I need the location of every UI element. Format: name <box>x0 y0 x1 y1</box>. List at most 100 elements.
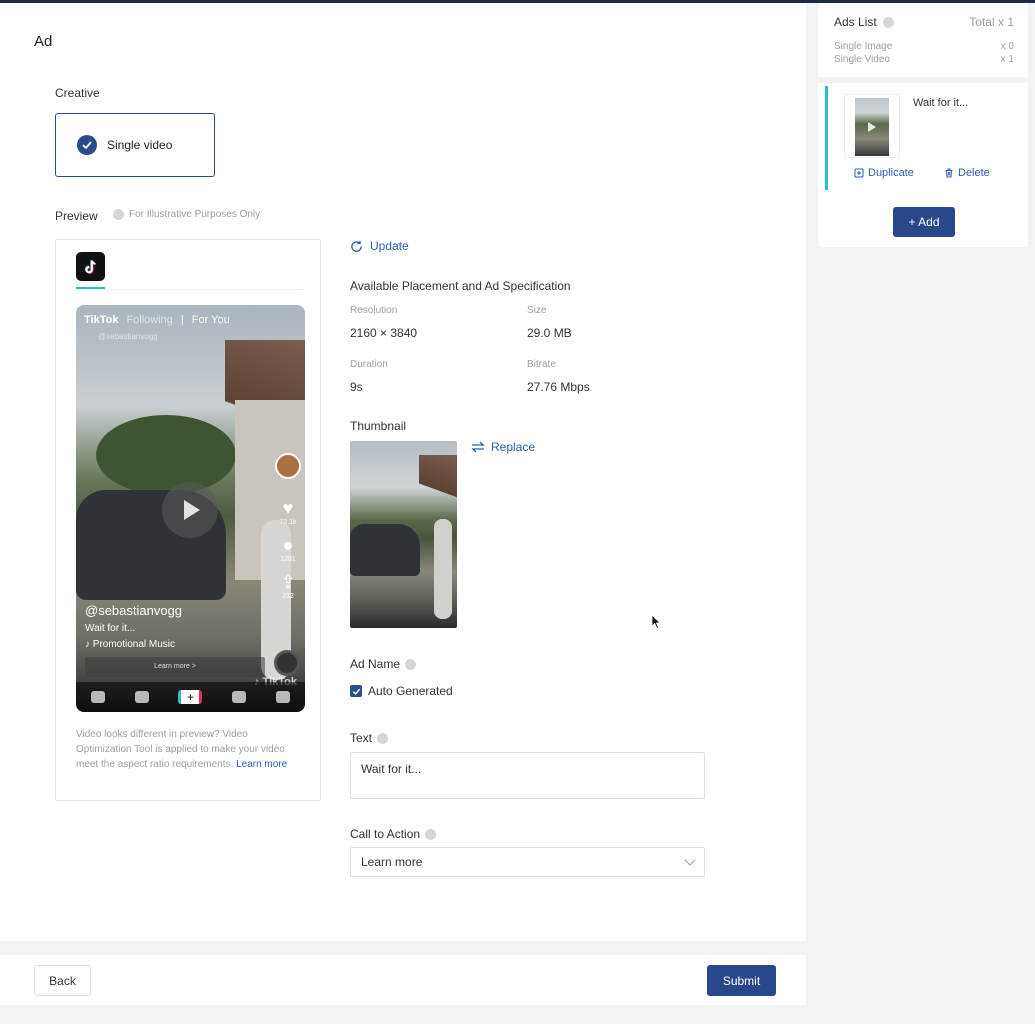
swap-icon <box>471 441 485 453</box>
preview-box: TikTok Following | For You @sebastianvog… <box>55 239 321 801</box>
page-title: Ad <box>34 33 53 50</box>
phone-brand: TikTok <box>84 314 119 326</box>
ad-name-label-text: Ad Name <box>350 657 401 671</box>
info-icon <box>405 658 417 670</box>
ad-text-input[interactable]: Wait for it... <box>350 752 705 799</box>
check-circle-icon <box>77 135 97 155</box>
likes-count: 73.1k <box>279 519 297 526</box>
shares-count: 232 <box>282 593 294 600</box>
creative-label: Creative <box>55 86 100 100</box>
duplicate-icon <box>854 168 864 178</box>
phone-music: ♪ Promotional Music <box>85 639 176 650</box>
auto-generated-label: Auto Generated <box>368 684 453 698</box>
footer-bar: Back Submit <box>0 955 806 1005</box>
share-icon: ⇪ <box>280 572 296 592</box>
phone-learn-more: Learn more > <box>85 657 265 677</box>
home-icon <box>90 691 105 703</box>
single-image-count: x 0 <box>1000 41 1014 52</box>
replace-button[interactable]: Replace <box>471 440 535 454</box>
video-thumb-icon <box>855 98 889 156</box>
phone-username: @sebastianvogg <box>85 603 183 618</box>
info-icon <box>425 828 437 840</box>
play-icon[interactable] <box>162 482 218 538</box>
single-video-count: x 1 <box>1000 54 1014 65</box>
ads-list-panel: Ads List Total x 1 Single Image x 0 Sing… <box>818 3 1028 247</box>
update-button[interactable]: Update <box>350 239 409 253</box>
back-button[interactable]: Back <box>34 965 91 996</box>
inbox-icon <box>232 691 247 703</box>
info-icon <box>377 732 389 744</box>
phone-tab-following: Following <box>126 314 173 326</box>
creative-option-single-video[interactable]: Single video <box>55 113 215 177</box>
text-label-text: Text <box>350 731 373 745</box>
delete-label: Delete <box>958 167 990 179</box>
cta-select[interactable]: Learn more <box>350 847 705 877</box>
size-label: Size <box>527 305 547 316</box>
submit-button[interactable]: Submit <box>707 965 776 996</box>
duplicate-label: Duplicate <box>868 167 914 179</box>
duplicate-button[interactable]: Duplicate <box>854 167 914 179</box>
phone-top-bar: TikTok Following | For You <box>84 314 230 326</box>
bitrate-label: Bitrate <box>527 359 556 370</box>
phone-bottom-bar: + <box>76 682 305 712</box>
preview-label: Preview <box>55 209 98 223</box>
phone-preview: TikTok Following | For You @sebastianvog… <box>76 305 305 712</box>
duration-label: Duration <box>350 359 388 370</box>
ad-item-thumbnail <box>844 94 900 158</box>
ads-total: Total x 1 <box>969 15 1014 29</box>
learn-more-link[interactable]: Learn more <box>236 759 287 770</box>
bitrate-value: 27.76 Mbps <box>527 380 590 394</box>
profile-icon <box>276 691 291 703</box>
replace-label: Replace <box>491 440 536 454</box>
preview-note: For Illustrative Purposes Only <box>113 209 260 220</box>
single-image-label: Single Image <box>834 41 893 52</box>
cta-label-text: Call to Action <box>350 827 421 841</box>
thumbnail-label: Thumbnail <box>350 419 407 433</box>
single-video-label: Single Video <box>834 54 890 65</box>
preview-help: Video looks different in preview? Video … <box>76 727 306 772</box>
refresh-icon <box>351 240 362 252</box>
discover-icon <box>134 691 149 703</box>
mouse-cursor-icon <box>651 614 661 630</box>
ads-list-header: Ads List <box>834 15 894 29</box>
comment-icon: ● <box>282 535 294 555</box>
heart-icon: ♥ <box>282 498 294 518</box>
ad-editor-panel: Ad Creative Single video Preview For Ill… <box>0 3 806 941</box>
ad-list-item[interactable]: Wait for it... Duplicate Delete <box>825 86 1021 190</box>
thumbnail-person <box>434 519 452 619</box>
phone-handle-small: @sebastianvogg <box>98 332 158 341</box>
thumbnail-image <box>350 441 457 628</box>
cta-select-value: Learn more <box>361 855 423 869</box>
ads-list-title: Ads List <box>834 15 877 29</box>
resolution-label: Resolution <box>350 305 398 316</box>
phone-tab-separator: | <box>180 314 184 326</box>
phone-caption: Wait for it... <box>85 623 136 634</box>
info-icon <box>113 209 124 220</box>
text-label: Text <box>350 731 389 745</box>
spec-title: Available Placement and Ad Specification <box>350 279 571 293</box>
comments-count: 1281 <box>280 556 296 563</box>
tiktok-logo-icon[interactable] <box>76 252 105 281</box>
music-disc-icon <box>274 650 300 676</box>
delete-button[interactable]: Delete <box>944 167 990 179</box>
ad-name-label: Ad Name <box>350 657 417 671</box>
creative-option-label: Single video <box>107 138 173 152</box>
thumbnail-roof <box>419 455 457 511</box>
phone-side-actions: ♥ 73.1k ● 1281 ⇪ 232 <box>275 453 301 600</box>
divider <box>818 77 1028 83</box>
resolution-value: 2160 × 3840 <box>350 326 418 340</box>
info-icon <box>882 16 894 28</box>
preview-tree <box>96 415 236 495</box>
ad-item-title: Wait for it... <box>913 97 969 109</box>
auto-generated-checkbox[interactable]: Auto Generated <box>350 684 453 698</box>
divider <box>76 289 302 290</box>
preview-note-text: For Illustrative Purposes Only <box>129 209 261 220</box>
update-label: Update <box>370 239 409 253</box>
duration-value: 9s <box>350 380 363 394</box>
thumbnail-car <box>350 524 420 576</box>
chevron-down-icon <box>684 854 696 866</box>
trash-icon <box>945 168 953 178</box>
cta-label: Call to Action <box>350 827 437 841</box>
add-ad-button[interactable]: + Add <box>893 207 955 237</box>
size-value: 29.0 MB <box>527 326 572 340</box>
